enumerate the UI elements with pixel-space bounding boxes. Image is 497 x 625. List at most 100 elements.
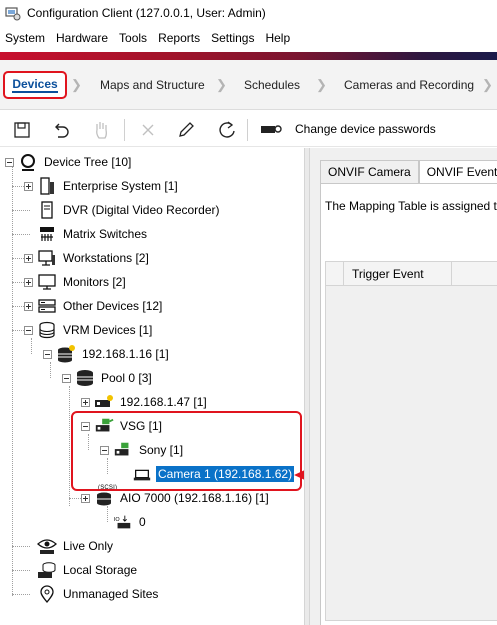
delete-icon [142,124,154,136]
tab-onvif-event-source[interactable]: ONVIF Event S [418,160,497,184]
tree-node-label: Monitors [2] [63,275,126,289]
live-only-icon [37,537,57,555]
tab-devices[interactable]: Devices [3,71,67,99]
tree-node-dvr[interactable]: DVR (Digital Video Recorder) [37,200,222,220]
menu-reports[interactable]: Reports [153,31,206,45]
enterprise-server-icon [37,177,57,195]
monitor-icon [37,273,57,291]
undo-icon [55,123,69,138]
tree-node-label: Workstations [2] [63,251,149,265]
tab-cameras-label: Cameras and Recording [344,78,475,92]
title-bar: Configuration Client (127.0.0.1, User: A… [0,0,497,26]
tab-onvif-camera[interactable]: ONVIF Camera [320,160,419,184]
column-label: Trigger Event [352,267,424,281]
column-trigger-event[interactable]: Trigger Event [344,262,452,286]
tree-node-workstations[interactable]: Workstations [2] [24,248,151,268]
tree-connector [69,386,70,506]
save-icon [14,122,30,138]
mapping-grid: Trigger Event [325,261,497,621]
tree-node-other-devices[interactable]: Other Devices [12] [24,296,164,316]
expand-toggle[interactable] [81,493,90,503]
tree-node-label: Live Only [63,539,114,553]
app-icon [5,7,21,21]
tab-devices-label: Devices [12,77,58,93]
menu-tools[interactable]: Tools [114,31,153,45]
tree-node-local-storage[interactable]: Local Storage [37,560,139,580]
tree-connector [12,594,30,595]
undo-button[interactable] [50,119,72,141]
tree-node-pool[interactable]: Pool 0 [3] [62,368,154,388]
change-passwords-label[interactable]: Change device passwords [295,122,436,136]
collapse-toggle[interactable] [62,373,71,383]
encoder-icon [94,393,114,411]
window-title: Configuration Client (127.0.0.1, User: A… [27,6,266,20]
chevron-right-icon: ❯ [216,77,227,92]
tab-maps-label: Maps and Structure [100,78,205,92]
tree-node-label: Pool 0 [3] [101,371,152,385]
brand-stripe [0,52,497,60]
location-pin-icon [37,585,57,603]
tree-connector [12,210,30,211]
tree-node-label: Device Tree [10] [44,155,132,169]
tree-node-aio-7000[interactable]: AIO 7000 (192.168.1.16) [1] [81,488,271,508]
local-storage-icon [37,561,57,579]
save-button[interactable] [11,119,33,141]
tree-node-enterprise-system[interactable]: Enterprise System [1] [24,176,180,196]
device-tree-panel: Device Tree [10] Enterprise System [1] D… [0,148,304,625]
toolbar-separator [124,119,125,141]
tree-connector [50,362,51,378]
tree-node-label: 192.168.1.16 [1] [82,347,169,361]
refresh-button[interactable] [216,119,238,141]
tree-node-encoder[interactable]: 192.168.1.47 [1] [81,392,209,412]
delete-button[interactable] [137,119,159,141]
change-passwords-button[interactable] [259,119,285,141]
tab-cameras-and-recording[interactable]: Cameras and Recording [344,71,474,99]
menu-help[interactable]: Help [260,31,296,45]
device-tree-icon [18,153,38,171]
tree-connector [12,166,13,596]
menu-system[interactable]: System [0,31,51,45]
device-password-icon [261,125,282,133]
tree-node-live-only[interactable]: Live Only [37,536,115,556]
expand-toggle[interactable] [24,277,33,287]
tree-node-label: 0 [139,515,146,529]
expand-toggle[interactable] [81,397,90,407]
tab-maps-and-structure[interactable]: Maps and Structure [100,71,205,99]
annotation-highlight [71,411,302,491]
menu-settings[interactable]: Settings [206,31,260,45]
tree-node-label: Unmanaged Sites [63,587,159,601]
tree-node-label: Local Storage [63,563,138,577]
tree-node-monitors[interactable]: Monitors [2] [24,272,128,292]
dvr-icon [37,201,57,219]
tree-connector [12,570,30,571]
menu-hardware[interactable]: Hardware [51,31,114,45]
tree-node-unmanaged-sites[interactable]: Unmanaged Sites [37,584,160,604]
tree-node-matrix-switches[interactable]: Matrix Switches [37,224,149,244]
tree-node-vrm-devices[interactable]: VRM Devices [1] [24,320,154,340]
tree-node-io[interactable]: IO 0 [113,512,148,532]
io-module-icon: IO [113,513,133,531]
matrix-switch-icon [37,225,57,243]
svg-text:IO: IO [114,517,120,523]
tree-connector [12,234,30,235]
chevron-right-icon: ❯ [71,77,82,92]
expand-toggle[interactable] [24,181,33,191]
tree-node-label: DVR (Digital Video Recorder) [63,203,220,217]
edit-button[interactable] [175,119,197,141]
collapse-toggle[interactable] [24,325,33,335]
expand-toggle[interactable] [24,253,33,263]
refresh-icon [219,121,235,138]
tree-node-device-tree[interactable]: Device Tree [10] [5,152,133,172]
hand-button[interactable] [90,119,112,141]
tab-schedules[interactable]: Schedules [244,71,300,99]
collapse-toggle[interactable] [43,349,52,359]
expand-toggle[interactable] [24,301,33,311]
collapse-toggle[interactable] [5,157,14,167]
tree-node-vrm-server[interactable]: 192.168.1.16 [1] [43,344,171,364]
grid-header: Trigger Event [326,262,497,286]
properties-panel: ONVIF Camera ONVIF Event S The Mapping T… [310,148,497,625]
tab-schedules-label: Schedules [244,78,301,92]
tab-onvif-camera-label: ONVIF Camera [328,165,411,179]
menu-bar: System Hardware Tools Reports Settings H… [0,27,497,49]
tab-onvif-event-label: ONVIF Event S [426,165,497,179]
